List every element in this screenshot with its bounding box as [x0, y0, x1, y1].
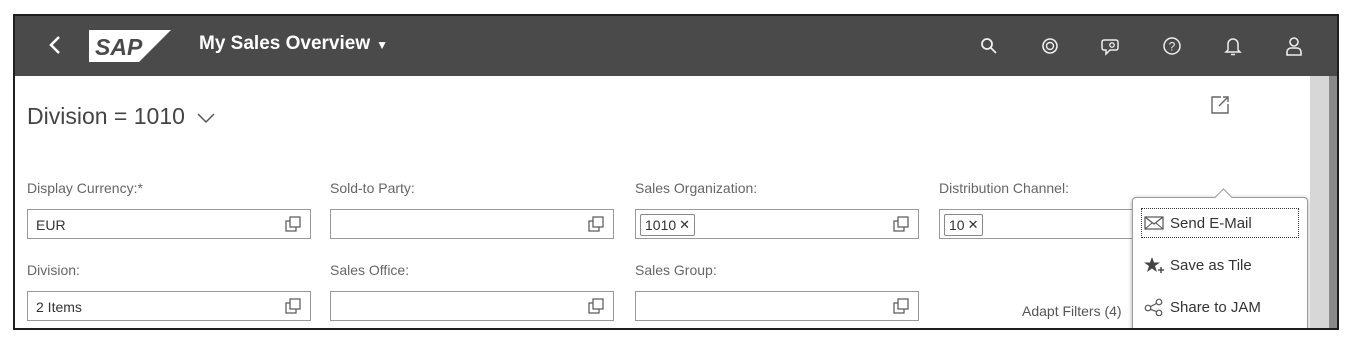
sales-group-label: Sales Group:	[635, 262, 717, 278]
token-remove-icon[interactable]: ✕	[679, 217, 690, 233]
save-as-tile-item[interactable]: Save as Tile	[1141, 250, 1299, 280]
distribution-channel-field[interactable]: 10 ✕	[939, 209, 1139, 239]
send-email-label: Send E-Mail	[1170, 214, 1252, 232]
app-title-menu[interactable]: My Sales Overview ▼	[199, 33, 388, 55]
shell-bar: SAP My Sales Overview ▼ ?	[15, 16, 1337, 76]
sales-group-field[interactable]	[635, 291, 919, 321]
token-remove-icon[interactable]: ✕	[968, 217, 979, 233]
token-text: 10	[949, 217, 965, 233]
notes-icon[interactable]	[1097, 32, 1125, 60]
value-help-icon[interactable]	[588, 298, 605, 315]
sap-logo[interactable]: SAP	[89, 30, 171, 62]
token-text: 1010	[645, 217, 677, 233]
share-menu-popover: Send E-Mail Save as Tile Share to JAM	[1132, 188, 1308, 328]
help-icon[interactable]: ?	[1158, 32, 1186, 60]
shell-actions: ?	[975, 32, 1337, 60]
chevron-left-icon	[49, 36, 60, 54]
caret-down-icon: ▼	[376, 38, 388, 52]
back-button[interactable]	[41, 29, 69, 61]
value-help-icon[interactable]	[285, 216, 302, 233]
sold-to-party-label: Sold-to Party:	[330, 180, 415, 196]
sales-office-label: Sales Office:	[330, 262, 410, 278]
send-email-item[interactable]: Send E-Mail	[1141, 208, 1299, 238]
required-mark: *	[137, 180, 143, 196]
display-currency-value: EUR	[36, 217, 66, 233]
app-title: My Sales Overview	[199, 33, 371, 54]
notification-bell-icon[interactable]	[1219, 32, 1247, 60]
save-as-tile-label: Save as Tile	[1170, 256, 1252, 274]
value-help-icon[interactable]	[893, 298, 910, 315]
copilot-icon[interactable]	[1036, 32, 1064, 60]
user-icon[interactable]	[1280, 32, 1308, 60]
popover-arrow	[1214, 188, 1233, 207]
email-icon	[1144, 216, 1164, 230]
distribution-channel-token[interactable]: 10 ✕	[944, 214, 984, 236]
variant-selector[interactable]: Division = 1010	[27, 103, 215, 130]
variant-title: Division = 1010	[27, 103, 185, 129]
distribution-channel-label: Distribution Channel:	[939, 180, 1069, 196]
value-help-icon[interactable]	[893, 216, 910, 233]
search-icon[interactable]	[975, 32, 1003, 60]
svg-text:?: ?	[1169, 40, 1176, 54]
sales-office-field[interactable]	[330, 291, 614, 321]
sales-organization-label: Sales Organization:	[635, 180, 758, 196]
share-to-jam-item[interactable]: Share to JAM	[1141, 292, 1299, 322]
share-jam-icon	[1144, 298, 1163, 316]
division-field[interactable]: 2 Items	[27, 291, 311, 321]
display-currency-field[interactable]: EUR	[27, 209, 311, 239]
value-help-icon[interactable]	[588, 216, 605, 233]
svg-text:SAP: SAP	[95, 34, 143, 60]
filter-bar-area: Division = 1010 Display Currency:* Sold-…	[15, 76, 1310, 328]
share-to-jam-label: Share to JAM	[1170, 298, 1261, 316]
vertical-scrollbar[interactable]	[1310, 76, 1337, 328]
scrollbar-thumb[interactable]	[1329, 76, 1337, 328]
sold-to-party-field[interactable]	[330, 209, 614, 239]
value-help-icon[interactable]	[285, 298, 302, 315]
sales-organization-token[interactable]: 1010 ✕	[640, 214, 696, 236]
sales-organization-field[interactable]: 1010 ✕	[635, 209, 919, 239]
share-button[interactable]	[1208, 93, 1232, 117]
share-icon	[1211, 96, 1229, 114]
chevron-down-icon	[197, 113, 215, 124]
save-as-tile-icon	[1144, 257, 1164, 273]
adapt-filters-button[interactable]: Adapt Filters (4)	[1022, 303, 1122, 319]
division-label: Division:	[27, 262, 80, 278]
display-currency-label: Display Currency:*	[27, 180, 143, 196]
app-window: SAP My Sales Overview ▼ ? Division = 101…	[13, 14, 1339, 330]
division-value: 2 Items	[36, 299, 82, 315]
